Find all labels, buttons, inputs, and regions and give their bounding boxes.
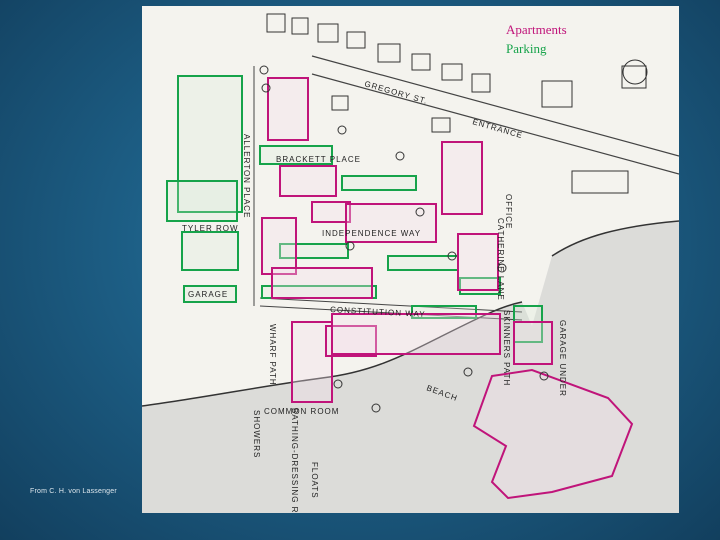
site-plan-drawing: GREGORY ST. ENTRANCE ALLERTON PLACE BRAC… <box>142 13 679 513</box>
legend-parking: Parking <box>506 41 547 56</box>
skinners-path-label: SKINNERS PATH <box>502 310 511 386</box>
source-credit: From C. H. von Lassenger <box>30 488 117 495</box>
gregory-street <box>311 55 679 157</box>
independence-way-label: INDEPENDENCE WAY <box>322 229 421 238</box>
office-label: OFFICE <box>504 194 513 229</box>
allerton-place-label: ALLERTON PLACE <box>242 134 251 218</box>
floats-label: FLOATS <box>310 462 319 499</box>
brackett-place-label: BRACKETT PLACE <box>276 155 361 164</box>
showers-label: SHOWERS <box>252 410 261 458</box>
wharf-path-label: WHARF PATH <box>268 324 277 386</box>
slide: GREGORY ST. ENTRANCE ALLERTON PLACE BRAC… <box>0 0 720 540</box>
site-plan-map: GREGORY ST. ENTRANCE ALLERTON PLACE BRAC… <box>142 6 679 513</box>
catherine-lane-label: CATHERINE LANE <box>496 218 505 301</box>
map-legend: Apartments Parking <box>506 20 567 58</box>
entrance-label: ENTRANCE <box>471 117 523 140</box>
garage-under-label: GARAGE UNDER <box>558 320 567 397</box>
garage-label: GARAGE <box>188 290 228 299</box>
common-room-label: COMMON ROOM <box>264 407 339 416</box>
legend-apartments: Apartments <box>506 22 567 37</box>
tyler-row-label: TYLER ROW <box>182 224 239 233</box>
gregory-street-label: GREGORY ST. <box>363 79 428 106</box>
bathing-dressing-label: BATHING-DRESSING ROOMS <box>290 408 299 513</box>
